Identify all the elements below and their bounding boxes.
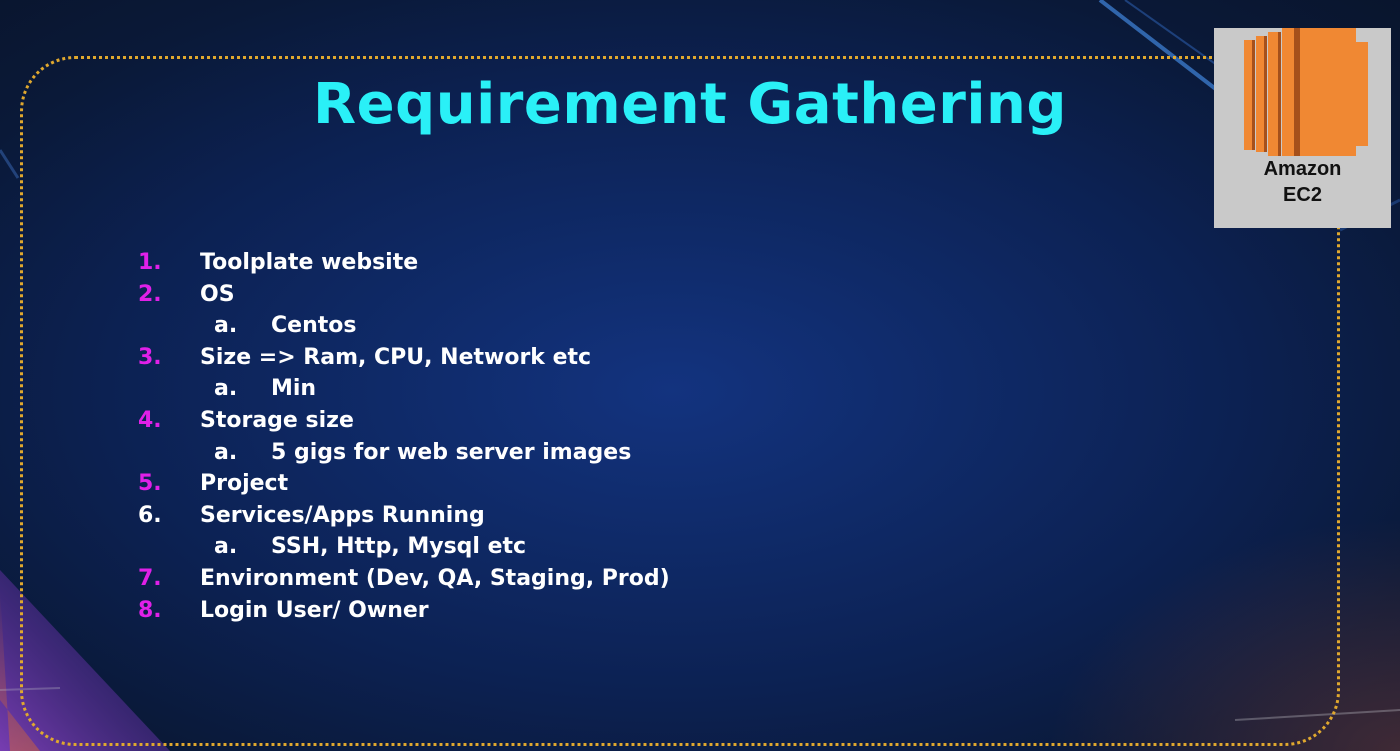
sub-list-item-label: SSH, Http, Mysql etc (271, 534, 527, 560)
list-item-label: Environment (Dev, QA, Staging, Prod) (200, 565, 670, 591)
list-item-number: 4. (138, 407, 162, 433)
list-item-label: OS (200, 281, 235, 307)
list-item-number: 2. (138, 281, 162, 307)
ec2-logo-line1: Amazon (1263, 158, 1342, 180)
list-item-label: Services/Apps Running (200, 502, 485, 528)
list-item-number: 6. (138, 502, 162, 528)
list-item: 4. Storage size (138, 405, 670, 437)
list-item: 8. Login User/ Owner (138, 595, 670, 627)
list-item: 1. Toolplate website (138, 247, 670, 279)
sub-list-item-letter: a. (214, 439, 238, 465)
slide-title: Requirement Gathering (313, 72, 1067, 137)
amazon-ec2-icon (1244, 28, 1368, 156)
sub-list-item: a. SSH, Http, Mysql etc (138, 531, 670, 563)
ec2-logo-line2: EC2 (1283, 184, 1322, 206)
sub-list-item: a. Centos (138, 310, 670, 342)
sub-list-item-letter: a. (214, 313, 238, 339)
sub-list-item-label: Min (271, 376, 317, 402)
list-item-label: Login User/ Owner (200, 597, 429, 623)
sub-list-item-label: Centos (271, 313, 357, 339)
sub-list-item-letter: a. (214, 376, 238, 402)
list-item-label: Project (200, 471, 289, 497)
list-item-number: 1. (138, 250, 162, 275)
amazon-ec2-logo: Amazon EC2 (1214, 28, 1391, 228)
list-item: 7. Environment (Dev, QA, Staging, Prod) (138, 563, 670, 595)
list-item-number: 7. (138, 565, 162, 591)
sub-list-item: a. Min (138, 373, 670, 405)
sub-list-item: a. 5 gigs for web server images (138, 437, 670, 469)
list-item-number: 3. (138, 344, 162, 370)
list-item: 3. Size => Ram, CPU, Network etc (138, 342, 670, 374)
sub-list-item-letter: a. (214, 534, 238, 560)
requirements-list: 1. Toolplate website 2. OS a. Centos 3. Size =>… (138, 247, 670, 626)
list-item: 6. Services/Apps Running (138, 500, 670, 532)
list-item: 2. OS (138, 279, 670, 311)
list-item-label: Storage size (200, 407, 354, 433)
list-item-number: 8. (138, 597, 162, 623)
sub-list-item-label: 5 gigs for web server images (271, 439, 632, 465)
list-item-label: Toolplate website (200, 250, 419, 275)
list-item-number: 5. (138, 471, 162, 497)
list-item-label: Size => Ram, CPU, Network etc (200, 344, 592, 370)
list-item: 5. Project (138, 468, 670, 500)
